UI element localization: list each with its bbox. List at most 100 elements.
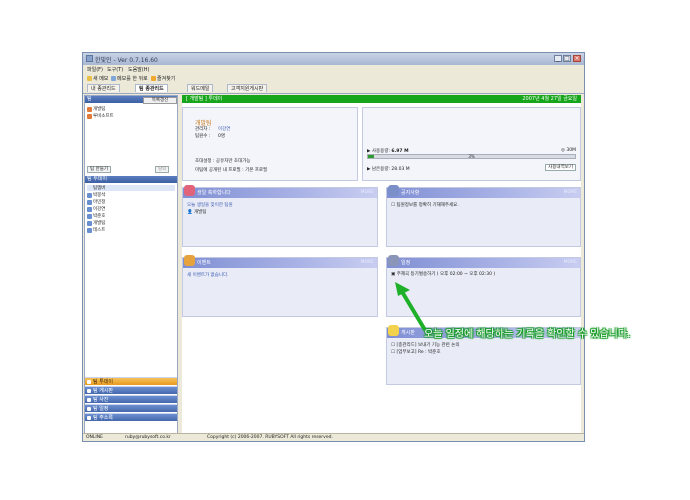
board-icon bbox=[87, 389, 91, 393]
schedule-item[interactable]: ▣ 주제곡 등기벌송하기 ( 오후 02:00 ~ 오후 02:30 ) bbox=[391, 271, 495, 277]
team-label: 루비소프트 bbox=[93, 114, 114, 119]
board-item-text: [업무보고] Re : 박준호 bbox=[396, 350, 441, 355]
events-panel: 이벤트 MORE 새 이벤트가 없습니다. bbox=[182, 255, 378, 317]
sidebar: 팀 목록갱신 개발팀 루비소프트 팀 만들기 탈퇴 팀 투데이 팀멤버 박봉석 … bbox=[84, 95, 178, 435]
notice-panel: 공지사항 MORE ☐ 팀원정보를 정확히 기재해주세요. bbox=[386, 185, 581, 247]
menu-help[interactable]: 도움말(H) bbox=[128, 66, 149, 73]
nav-label: 팀 게시판 bbox=[93, 388, 113, 394]
nav-label: 팀 일정 bbox=[93, 406, 109, 412]
birthday-more-link[interactable]: MORE bbox=[361, 188, 374, 198]
today-date: 2007년 4월 27일 금요일 bbox=[522, 96, 577, 102]
toolbar: 새 메모 메모를 한 뒤로 즐겨찾기 bbox=[83, 74, 584, 83]
team-icon bbox=[87, 113, 92, 119]
birthday-panel: 생일 축하합니다 MORE 오늘 생일을 맞이한 팀원 👤 개발팀 bbox=[182, 185, 378, 247]
total-storage: ◎ 30M bbox=[561, 148, 576, 153]
member-item[interactable]: 팀멤버 bbox=[87, 185, 175, 191]
storage-panel: ▶ 사용용량: 6.97 M ◎ 30M 3% ▶ 남은용량: 28.03 M … bbox=[362, 107, 581, 181]
nav-team-photo[interactable]: 팀 사진 bbox=[85, 395, 177, 403]
app-icon bbox=[86, 55, 93, 62]
member-count-label: 팀원수 : bbox=[195, 134, 211, 139]
schedule-header: 일정 MORE bbox=[387, 255, 580, 268]
team-item[interactable]: 개발팀 bbox=[87, 106, 105, 112]
birthday-member-name: 개발팀 bbox=[194, 210, 207, 215]
member-count-value: 0명 bbox=[218, 134, 226, 139]
notice-more-link[interactable]: MORE bbox=[564, 188, 577, 198]
nav-label: 팀 투데이 bbox=[93, 379, 113, 385]
storage-percent: 3% bbox=[468, 154, 475, 159]
notice-item[interactable]: ☐ 팀원정보를 정확히 기재해주세요. bbox=[391, 202, 459, 208]
member-item[interactable]: 박봉석 bbox=[87, 192, 105, 198]
window-title: 한빛인 - Ver 0.7.16.60 bbox=[95, 57, 158, 64]
person-icon bbox=[87, 206, 92, 212]
view-icon bbox=[111, 76, 116, 81]
member-label: 팀멤버 bbox=[93, 186, 106, 191]
team-title-bar: [ 개발팀 ] 투데이 2007년 4월 27일 금요일 bbox=[182, 95, 581, 103]
birthday-title: 생일 축하합니다 bbox=[197, 190, 231, 196]
menu-tools[interactable]: 도구(T) bbox=[107, 66, 123, 73]
team-label: 개발팀 bbox=[93, 107, 106, 112]
member-item[interactable]: 마민정 bbox=[87, 199, 105, 205]
photo-icon bbox=[87, 398, 91, 402]
callout-arrow bbox=[395, 282, 427, 332]
schedule-text: 주제곡 등기벌송하기 ( 오후 02:00 ~ 오후 02:30 ) bbox=[396, 272, 496, 277]
tab-bar: 내 종관리드 팀 종관리드 워드메일 고객지원게시판 bbox=[83, 83, 584, 94]
board-item[interactable]: ☐ [종관리드] 보내기 기능 관련 논의 bbox=[391, 342, 460, 348]
leave-team-button[interactable]: 탈퇴 bbox=[155, 166, 170, 173]
notice-text: 팀원정보를 정확히 기재해주세요. bbox=[396, 203, 459, 208]
notice-icon bbox=[388, 185, 399, 196]
tab-my-dashboard[interactable]: 내 종관리드 bbox=[87, 84, 120, 92]
title-bar[interactable]: 한빛인 - Ver 0.7.16.60 _ □ × bbox=[83, 53, 584, 65]
member-item[interactable]: 테스트 bbox=[87, 227, 105, 233]
today-header: 팀 투데이 bbox=[85, 176, 177, 183]
status-bar: ONLINE ruby@rubysoft.co.kr Copyright (c)… bbox=[83, 433, 584, 441]
events-more-link[interactable]: MORE bbox=[361, 258, 374, 268]
tab-team-dashboard[interactable]: 팀 종관리드 bbox=[135, 84, 168, 92]
member-item[interactable]: 이강연 bbox=[87, 206, 105, 212]
nav-team-schedule[interactable]: 팀 일정 bbox=[85, 404, 177, 412]
memo-view-label: 메모를 한 뒤로 bbox=[117, 76, 148, 82]
nav-team-board[interactable]: 팀 게시판 bbox=[85, 386, 177, 394]
member-label: 이강연 bbox=[93, 207, 106, 212]
public-profile-setting: 미팀에 공개된 내 프로필 : 기본 프로필 bbox=[195, 168, 268, 173]
favorites-label: 즐겨찾기 bbox=[157, 76, 176, 82]
refresh-button[interactable]: 목록갱신 bbox=[143, 97, 177, 104]
online-status: ONLINE bbox=[86, 435, 103, 440]
tab-customer-support[interactable]: 고객지원게시판 bbox=[227, 84, 268, 92]
maximize-button[interactable]: □ bbox=[563, 55, 571, 62]
team-item[interactable]: 루비소프트 bbox=[87, 113, 114, 119]
notice-title: 공지사항 bbox=[401, 190, 420, 196]
memo-view-button[interactable]: 메모를 한 뒤로 bbox=[111, 75, 148, 82]
tab-word-mail[interactable]: 워드메일 bbox=[187, 84, 214, 92]
remaining-label: 남은용량: bbox=[371, 167, 390, 172]
person-icon bbox=[87, 227, 92, 233]
star-icon bbox=[151, 76, 156, 81]
nav-team-contacts[interactable]: 팀 주소록 bbox=[85, 413, 177, 421]
usage-history-button[interactable]: 사용내역보기 bbox=[545, 164, 576, 171]
birthday-member[interactable]: 👤 개발팀 bbox=[187, 209, 206, 215]
member-item[interactable]: 박준호 bbox=[87, 213, 105, 219]
remaining-value: 28.03 M bbox=[391, 167, 410, 172]
user-email: ruby@rubysoft.co.kr bbox=[125, 435, 171, 440]
board-item-text: [종관리드] 보내기 기능 관련 논의 bbox=[396, 343, 460, 348]
team-info-panel: 개발팀 관리자 : 이강연 팀원수 : 0명 초대설정 : 공유자만 초대가능 … bbox=[182, 107, 358, 181]
schedule-title: 일정 bbox=[401, 260, 411, 266]
schedule-more-link[interactable]: MORE bbox=[564, 258, 577, 268]
calendar-icon bbox=[388, 255, 399, 266]
favorites-button[interactable]: 즐겨찾기 bbox=[151, 75, 175, 82]
memo-icon bbox=[87, 76, 92, 81]
member-item[interactable]: 개발팀 bbox=[87, 220, 105, 226]
birthday-text: 오늘 생일을 맞이한 팀원 bbox=[187, 203, 233, 208]
make-team-button[interactable]: 팀 만들기 bbox=[87, 166, 111, 173]
contacts-icon bbox=[87, 416, 91, 420]
person-icon bbox=[87, 199, 92, 205]
board-item[interactable]: ☐ [업무보고] Re : 박준호 bbox=[391, 349, 440, 355]
new-memo-button[interactable]: 새 메모 bbox=[87, 75, 108, 82]
leader-value[interactable]: 이강연 bbox=[218, 126, 230, 132]
invite-setting: 초대설정 : 공유자만 초대가능 bbox=[195, 159, 251, 164]
minimize-button[interactable]: _ bbox=[554, 55, 562, 62]
calendar-icon bbox=[87, 407, 91, 411]
nav-label: 팀 주소록 bbox=[93, 415, 113, 421]
menu-file[interactable]: 파일(F) bbox=[87, 66, 103, 73]
nav-team-today[interactable]: 팀 투데이 bbox=[85, 377, 177, 385]
close-button[interactable]: × bbox=[573, 55, 581, 62]
